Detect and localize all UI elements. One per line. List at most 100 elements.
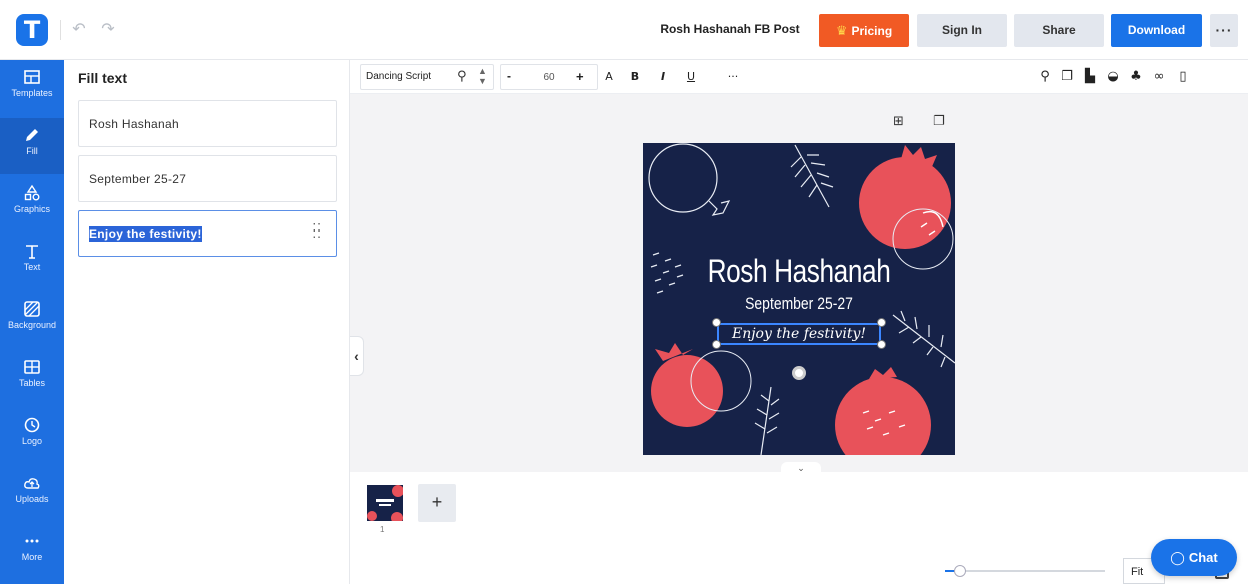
design-tagline[interactable]: Enjoy the festivity! xyxy=(717,323,881,345)
font-size-stepper[interactable]: - 60 + xyxy=(500,64,598,90)
field-value: September 25-27 xyxy=(89,172,187,186)
leaf-icon xyxy=(892,310,955,368)
link-icon[interactable]: ∞ xyxy=(1151,68,1167,86)
shapes-icon xyxy=(24,184,40,201)
font-name: Dancing Script xyxy=(366,71,432,82)
zoom-slider-handle[interactable] xyxy=(954,565,966,577)
pomegranate-icon xyxy=(651,343,723,427)
sidebar-item-uploads[interactable]: Uploads xyxy=(0,466,64,522)
spinner-icon[interactable]: ▲ ▼ xyxy=(478,66,487,86)
document-title[interactable]: Rosh Hashanah FB Post xyxy=(652,22,808,36)
background-icon xyxy=(24,301,40,317)
layer-order-icon[interactable]: ▙ xyxy=(1082,68,1098,86)
sidebar-item-fill[interactable]: Fill xyxy=(0,118,64,174)
sign-in-button[interactable]: Sign In xyxy=(917,14,1007,47)
sidebar-item-label: Background xyxy=(7,320,57,330)
sidebar-item-text[interactable]: Text xyxy=(0,234,64,290)
search-icon[interactable]: ⚲ xyxy=(457,69,467,84)
paint-format-icon[interactable]: ⚲ xyxy=(1037,68,1053,86)
resize-handle[interactable] xyxy=(877,340,886,349)
leaf-icon xyxy=(790,144,834,208)
chat-button[interactable]: ◯ Chat xyxy=(1151,539,1237,576)
panel-title: Fill text xyxy=(78,70,128,86)
download-button[interactable]: Download xyxy=(1111,14,1202,47)
design-title[interactable]: Rosh Hashanah xyxy=(671,253,927,290)
pricing-button[interactable]: ♛ Pricing xyxy=(819,14,909,47)
sidebar-item-logo[interactable]: Logo xyxy=(0,408,64,464)
chat-bubble-icon: ◯ xyxy=(1170,551,1185,566)
underline-button[interactable]: U xyxy=(683,68,699,86)
rotate-handle-icon[interactable] xyxy=(792,366,806,380)
italic-button[interactable]: I xyxy=(655,68,671,86)
more-text-options-button[interactable]: ··· xyxy=(723,68,743,86)
sidebar-item-tables[interactable]: Tables xyxy=(0,350,64,406)
fill-text-panel: Fill text Rosh Hashanah September 25-27 … xyxy=(64,60,350,584)
text-field-date[interactable]: September 25-27 xyxy=(78,155,337,202)
sidebar-item-label: Fill xyxy=(26,146,38,156)
opacity-icon[interactable]: ◒ xyxy=(1105,68,1121,86)
bold-button[interactable]: B xyxy=(627,68,643,86)
align-icon[interactable]: ♣ xyxy=(1128,68,1144,86)
cloud-upload-icon xyxy=(24,478,40,489)
more-options-button[interactable]: ··· xyxy=(1210,14,1238,47)
sidebar-item-label: Templates xyxy=(11,88,53,98)
undo-icon[interactable]: ↶ xyxy=(68,18,90,40)
sidebar-item-label: Uploads xyxy=(15,494,49,504)
text-toolbar: Dancing Script ⚲ ▲ ▼ - 60 + A B I U ··· ⚲… xyxy=(350,60,1248,94)
logo-icon xyxy=(24,417,40,433)
sidebar-item-label: Graphics xyxy=(13,204,50,214)
thumbnail-artwork xyxy=(367,485,403,521)
trash-icon[interactable]: ▯ xyxy=(1175,68,1191,86)
add-page-button[interactable]: + xyxy=(418,484,456,522)
sidebar-item-label: Logo xyxy=(21,436,43,446)
app-logo[interactable]: T xyxy=(16,14,48,46)
resize-handle[interactable] xyxy=(877,318,886,327)
left-sidebar: Templates Fill Graphics Text Background … xyxy=(0,60,64,584)
pomegranate-icon xyxy=(835,367,931,455)
copy-page-icon[interactable]: ❐ xyxy=(933,114,945,129)
increase-size-button[interactable]: + xyxy=(576,69,584,84)
font-family-select[interactable]: Dancing Script ⚲ ▲ ▼ xyxy=(360,64,494,90)
page-strip xyxy=(350,472,1248,584)
collapse-panel-button[interactable]: ‹ xyxy=(350,336,364,376)
decrease-size-button[interactable]: - xyxy=(507,69,511,83)
drag-handle-icon[interactable]: ⁚⁚ ⁚⁚ xyxy=(312,222,322,240)
text-field-tagline[interactable]: Enjoy the festivity! ⁚⁚ ⁚⁚ xyxy=(78,210,337,257)
top-bar: T ↶ ↷ Rosh Hashanah FB Post ♛ Pricing Sig… xyxy=(0,0,1248,60)
pomegranate-icon xyxy=(859,145,951,249)
page-number: 1 xyxy=(380,525,385,534)
text-field-title[interactable]: Rosh Hashanah xyxy=(78,100,337,147)
table-icon xyxy=(24,360,40,374)
resize-handle[interactable] xyxy=(712,318,721,327)
share-button[interactable]: Share xyxy=(1014,14,1104,47)
design-canvas[interactable]: Rosh Hashanah September 25-27 Enjoy the … xyxy=(643,143,955,455)
text-color-button[interactable]: A xyxy=(601,68,617,86)
sidebar-item-graphics[interactable]: Graphics xyxy=(0,176,64,232)
pricing-label: Pricing xyxy=(851,24,893,38)
sidebar-item-label: More xyxy=(21,552,43,562)
resize-handle[interactable] xyxy=(712,340,721,349)
field-value-selected: Enjoy the festivity! xyxy=(89,226,202,242)
add-page-icon[interactable]: ⊞ xyxy=(893,114,904,129)
redo-icon[interactable]: ↷ xyxy=(97,18,119,40)
sidebar-item-label: Tables xyxy=(18,378,45,388)
divider xyxy=(60,20,61,40)
crown-icon: ♛ xyxy=(835,23,848,38)
pencil-icon xyxy=(26,129,38,141)
field-value: Rosh Hashanah xyxy=(89,117,179,131)
sidebar-item-label: Text xyxy=(23,262,41,272)
pomegranate-outline-icon xyxy=(648,143,731,216)
font-size-value[interactable]: 60 xyxy=(535,72,563,83)
dots-icon xyxy=(25,539,39,543)
design-date[interactable]: September 25-27 xyxy=(671,294,927,314)
duplicate-icon[interactable]: ❐ xyxy=(1059,68,1075,86)
leaf-icon xyxy=(754,386,780,455)
sidebar-item-more[interactable]: More xyxy=(0,524,64,580)
templates-icon xyxy=(24,70,40,84)
sidebar-item-background[interactable]: Background xyxy=(0,292,64,348)
zoom-slider[interactable] xyxy=(945,570,1105,572)
sidebar-item-templates[interactable]: Templates xyxy=(0,60,64,116)
chat-label: Chat xyxy=(1188,550,1218,565)
page-thumbnail[interactable] xyxy=(367,485,403,521)
text-icon xyxy=(26,245,38,259)
